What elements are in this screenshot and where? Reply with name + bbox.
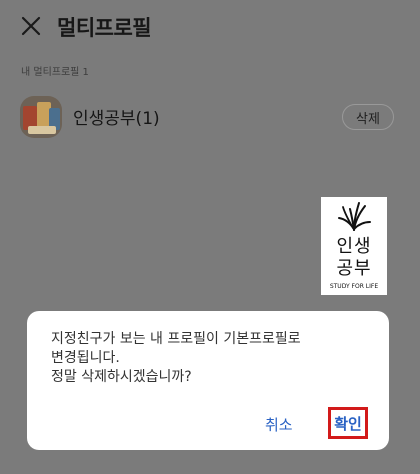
close-icon[interactable] xyxy=(16,11,46,41)
dialog-message-line: 정말 삭제하시겠습니까? xyxy=(51,369,192,385)
dialog-message-line: 변경됩니다. xyxy=(51,350,120,366)
profile-logo-image: 인생 공부 STUDY FOR LIFE xyxy=(321,197,387,295)
delete-profile-button[interactable]: 삭제 xyxy=(342,104,394,130)
profile-name: 인생공부(1) xyxy=(73,109,160,129)
logo-tagline: STUDY FOR LIFE xyxy=(329,283,379,290)
screen: 멀티프로필 내 멀티프로필 1 인생공부(1) 삭제 인생 공부 STUDY F… xyxy=(0,0,420,474)
confirm-button[interactable]: 확인 xyxy=(328,407,368,439)
top-bar: 멀티프로필 xyxy=(0,0,420,56)
logo-text-line2: 공부 xyxy=(336,258,372,279)
leaf-icon xyxy=(338,202,371,231)
cancel-button[interactable]: 취소 xyxy=(262,412,296,437)
dialog-message-line: 지정친구가 보는 내 프로필이 기본프로필로 xyxy=(51,331,301,347)
dialog-message: 지정친구가 보는 내 프로필이 기본프로필로 변경됩니다. 정말 삭제하시겠습니… xyxy=(51,330,371,387)
profile-avatar xyxy=(20,96,62,138)
page-title: 멀티프로필 xyxy=(57,16,152,40)
section-label: 내 멀티프로필 1 xyxy=(21,67,89,78)
confirm-dialog: 지정친구가 보는 내 프로필이 기본프로필로 변경됩니다. 정말 삭제하시겠습니… xyxy=(27,311,389,450)
